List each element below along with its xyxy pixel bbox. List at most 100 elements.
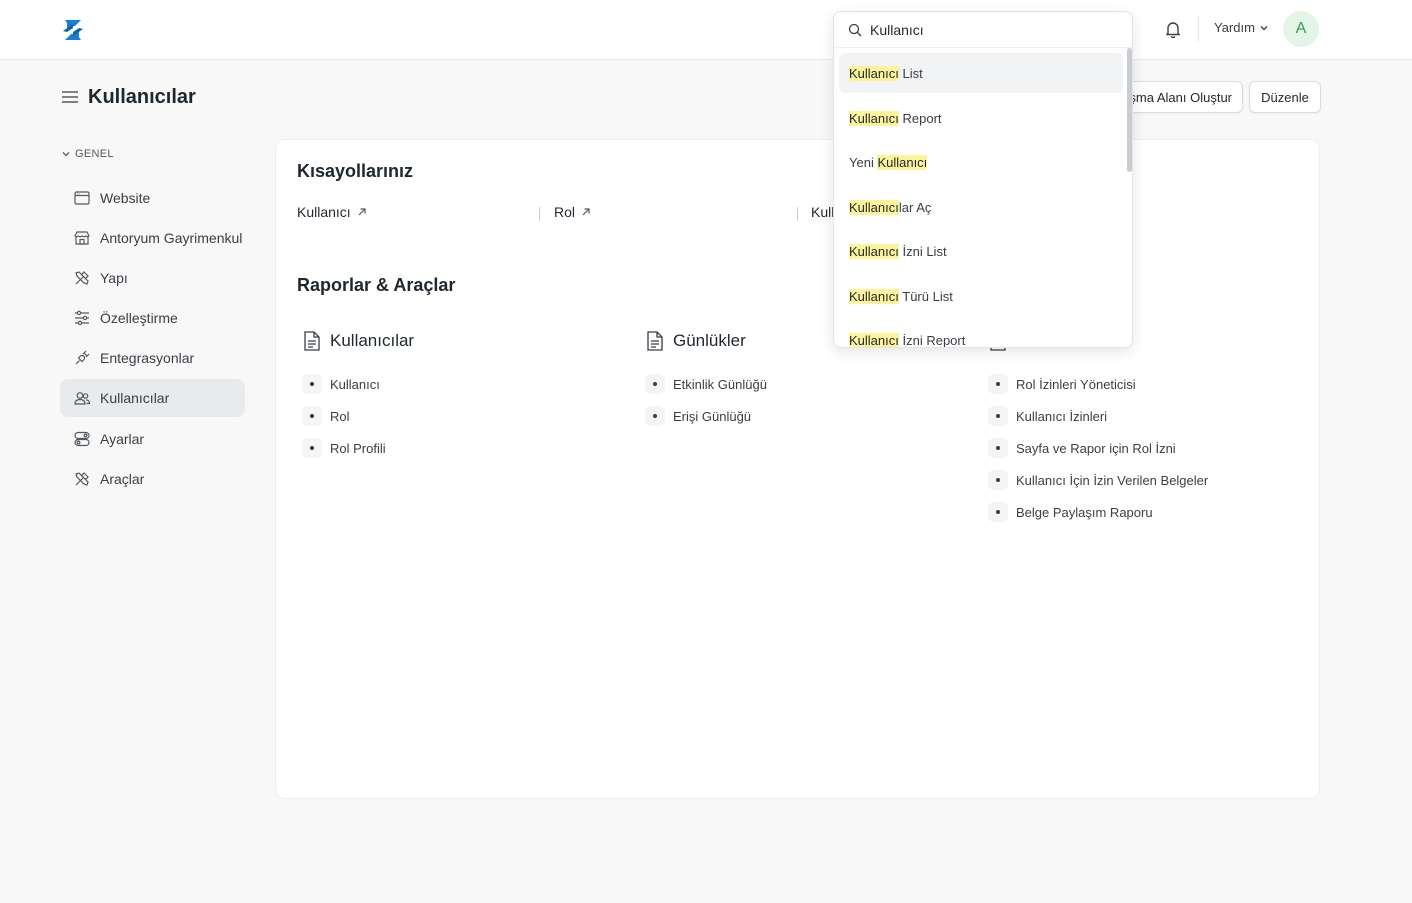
bullet-icon [988, 470, 1008, 490]
store-icon [74, 231, 90, 245]
sidebar-item-label: Entegrasyonlar [100, 350, 195, 366]
report-link-label: Sayfa ve Rapor için Rol İzni [1016, 440, 1176, 456]
navbar-divider [1198, 16, 1199, 42]
workspace-card [275, 139, 1320, 799]
result-match: Kullanıcı [877, 154, 928, 170]
search-result-item[interactable]: Kullanıcı lar Aç [839, 187, 1123, 227]
report-link[interactable]: Belge Paylaşım Raporu [988, 502, 1153, 522]
report-link-label: Kullanıcı [330, 376, 380, 392]
report-link[interactable]: Rol [302, 406, 350, 426]
sidebar-item-ayarlar[interactable]: Ayarlar [60, 420, 245, 458]
result-suffix: List [898, 65, 923, 81]
result-suffix: Türü List [898, 288, 953, 304]
shortcut-rol[interactable]: Rol [554, 204, 591, 220]
report-link-label: Rol İzinleri Yöneticisi [1016, 376, 1136, 392]
sidebar-item-label: Antoryum Gayrimenkul [100, 230, 243, 246]
shortcut-divider [539, 207, 540, 221]
result-suffix: Report [898, 110, 942, 126]
notification-bell-icon[interactable] [1163, 19, 1183, 39]
bullet-icon [988, 502, 1008, 522]
search-result-item[interactable]: Kullanıcı Türü List [839, 276, 1123, 316]
report-link[interactable]: Sayfa ve Rapor için Rol İzni [988, 438, 1176, 458]
result-suffix: İzni List [898, 243, 947, 259]
result-match: Kullanıcı [849, 332, 899, 348]
sidebar-item-araclar[interactable]: Araçlar [60, 460, 245, 498]
bullet-icon [302, 438, 322, 458]
result-prefix: Yeni [849, 154, 878, 170]
search-input[interactable] [870, 21, 1120, 38]
help-dropdown[interactable]: Yardım [1214, 20, 1269, 35]
bullet-icon [988, 406, 1008, 426]
result-match: Kullanıcı [849, 199, 899, 215]
navbar: Yardım A [0, 0, 1412, 60]
tools-icon [75, 472, 89, 486]
menu-toggle-icon[interactable] [61, 89, 79, 105]
sidebar-section-toggle[interactable]: GENEL [61, 148, 114, 160]
document-icon [647, 331, 663, 351]
page-header: Kullanıcılar [61, 80, 196, 114]
report-link[interactable]: Rol Profili [302, 438, 386, 458]
report-link[interactable]: Kullanıcı İzinleri [988, 406, 1107, 426]
edit-button[interactable]: Düzenle [1249, 81, 1321, 113]
search-result-item[interactable]: Kullanıcı Report [839, 98, 1123, 138]
sidebar-item-entegrasyonlar[interactable]: Entegrasyonlar [60, 339, 245, 377]
search-bar [834, 12, 1132, 48]
shortcuts-title: Kısayollarınız [297, 161, 414, 181]
report-link-label: Belge Paylaşım Raporu [1016, 504, 1153, 520]
app-logo-icon[interactable] [61, 17, 85, 43]
user-avatar[interactable]: A [1283, 11, 1319, 47]
sidebar-item-label: Kullanıcılar [100, 390, 170, 406]
search-result-item[interactable]: Kullanıcı İzni Report [839, 320, 1123, 348]
bullet-icon [988, 374, 1008, 394]
sidebar-item-website[interactable]: Website [60, 179, 245, 217]
shortcut-divider [797, 207, 798, 221]
chevron-down-icon [62, 152, 70, 157]
sidebar-item-ozellestirme[interactable]: Özelleştirme [60, 299, 245, 337]
page-title: Kullanıcılar [88, 85, 196, 108]
plug-icon [75, 350, 90, 365]
shortcut-kullanici[interactable]: Kullanıcı [297, 204, 367, 220]
sidebar-item-yapi[interactable]: Yapı [60, 259, 245, 297]
report-link-label: Etkinlik Günlüğü [673, 376, 767, 392]
sidebar-item-label: Ayarlar [100, 431, 145, 447]
help-label: Yardım [1214, 20, 1255, 35]
report-link[interactable]: Erişi Günlüğü [645, 406, 751, 426]
bullet-icon [988, 438, 1008, 458]
search-result-item[interactable]: Kullanıcı List [839, 53, 1123, 93]
report-link-label: Kullanıcı İçin İzin Verilen Belgeler [1016, 472, 1209, 488]
report-link[interactable]: Kullanıcı İçin İzin Verilen Belgeler [988, 470, 1208, 490]
sidebar-item-antoryum[interactable]: Antoryum Gayrimenkul [60, 219, 245, 257]
bullet-icon [302, 374, 322, 394]
shortcut-label: Rol [554, 204, 576, 220]
sidebar-item-label: Yapı [100, 270, 128, 286]
bullet-icon [645, 374, 665, 394]
search-icon [848, 23, 862, 36]
shortcut-label: Kullanıcı [297, 204, 351, 220]
report-link-label: Kullanıcı İzinleri [1016, 408, 1108, 424]
sidebar-item-label: Özelleştirme [100, 310, 178, 326]
search-dropdown: Kullanıcı List Kullanıcı Report Yeni Kul… [833, 11, 1133, 348]
report-group-gunlukler: Günlükler [645, 330, 746, 352]
report-link-label: Rol Profili [330, 440, 386, 456]
browser-icon [74, 191, 90, 205]
users-icon [74, 392, 91, 405]
search-result-item[interactable]: Yeni Kullanıcı [839, 142, 1123, 182]
toggle-icon [74, 431, 90, 447]
result-match: Kullanıcı [849, 65, 899, 81]
report-link[interactable]: Rol İzinleri Yöneticisi [988, 374, 1136, 394]
report-link[interactable]: Kullanıcı [302, 374, 380, 394]
chevron-down-icon [1260, 25, 1268, 30]
sidebar-item-label: Website [100, 190, 151, 206]
result-match: Kullanıcı [849, 243, 899, 259]
group-title-label: Günlükler [673, 331, 746, 350]
sidebar-item-kullanicilar[interactable]: Kullanıcılar [60, 379, 245, 417]
report-link-label: Erişi Günlüğü [673, 408, 752, 424]
result-match: Kullanıcı [849, 110, 899, 126]
result-suffix: İzni Report [898, 332, 966, 348]
search-result-item[interactable]: Kullanıcı İzni List [839, 231, 1123, 271]
sidebar-item-label: Araçlar [100, 471, 145, 487]
report-link[interactable]: Etkinlik Günlüğü [645, 374, 767, 394]
search-scrollbar[interactable] [1127, 48, 1132, 172]
report-group-kullanicilar: Kullanıcılar [302, 330, 414, 352]
edit-label: Düzenle [1261, 89, 1309, 105]
